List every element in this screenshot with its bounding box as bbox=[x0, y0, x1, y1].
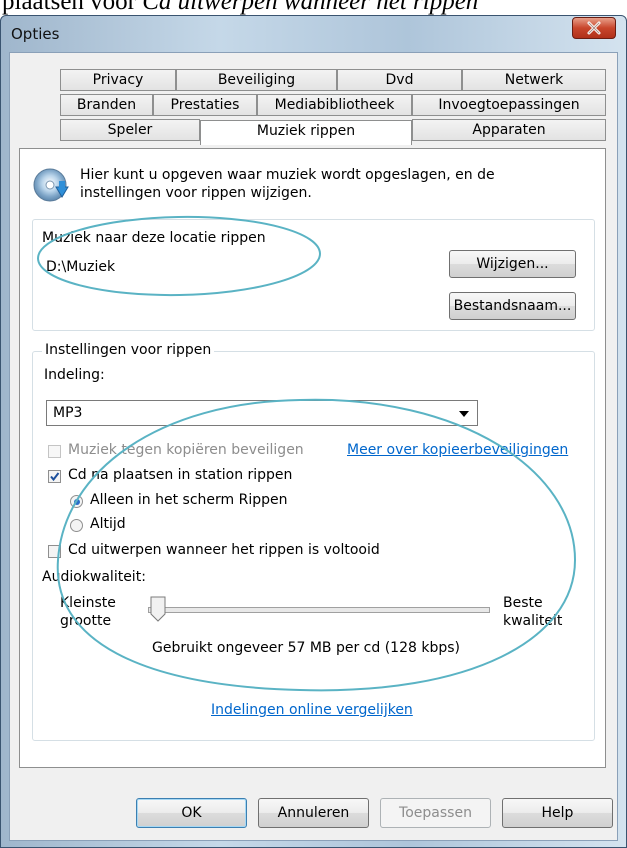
copy-protect-checkbox[interactable] bbox=[48, 445, 61, 458]
usage-text: Gebruikt ongeveer 57 MB per cd (128 kbps… bbox=[152, 640, 460, 656]
close-icon bbox=[587, 21, 601, 35]
tab-netwerk[interactable]: Netwerk bbox=[462, 69, 606, 91]
eject-checkbox[interactable] bbox=[48, 545, 61, 558]
tab-invoegtoepassingen[interactable]: Invoegtoepassingen bbox=[412, 94, 606, 116]
auto-rip-checkbox[interactable] bbox=[48, 470, 61, 483]
tab-prestaties[interactable]: Prestaties bbox=[153, 94, 257, 116]
compare-formats-link[interactable]: Indelingen online vergelijken bbox=[211, 702, 413, 718]
rip-settings-label: Instellingen voor rippen bbox=[42, 342, 215, 358]
ok-button[interactable]: OK bbox=[136, 798, 247, 828]
document-text-italic: Cd uitwerpen wanneer het rippen bbox=[142, 0, 479, 15]
tab-mediabibliotheek[interactable]: Mediabibliotheek bbox=[257, 94, 412, 116]
copy-protect-info-link[interactable]: Meer over kopieerbeveiligingen bbox=[347, 442, 568, 458]
intro-line-1: Hier kunt u opgeven waar muziek wordt op… bbox=[80, 167, 495, 183]
audio-quality-slider[interactable] bbox=[148, 607, 490, 613]
cancel-button[interactable]: Annuleren bbox=[258, 798, 369, 828]
slider-min-label-line2: grootte bbox=[60, 613, 112, 629]
tab-panel-muziek-rippen: Hier kunt u opgeven waar muziek wordt op… bbox=[19, 148, 606, 768]
tab-branden[interactable]: Branden bbox=[60, 94, 153, 116]
slider-min-label-line1: Kleinste bbox=[60, 595, 116, 611]
tab-beveiliging[interactable]: Beveiliging bbox=[176, 69, 337, 91]
tab-dvd[interactable]: Dvd bbox=[337, 69, 462, 91]
help-button[interactable]: Help bbox=[502, 798, 613, 828]
radio-only-rip-screen[interactable] bbox=[70, 495, 83, 508]
copy-protect-label: Muziek tegen kopiëren beveiligen bbox=[68, 442, 304, 458]
format-label: Indeling: bbox=[44, 367, 105, 383]
slider-thumb[interactable] bbox=[150, 596, 166, 622]
apply-button[interactable]: Toepassen bbox=[380, 798, 491, 828]
tab-privacy[interactable]: Privacy bbox=[60, 69, 176, 91]
slider-max-label-line2: kwaliteit bbox=[503, 613, 563, 629]
radio-only-rip-screen-label: Alleen in het scherm Rippen bbox=[90, 492, 288, 508]
tab-speler[interactable]: Speler bbox=[60, 119, 200, 141]
title-bar[interactable]: Opties bbox=[1, 16, 626, 52]
rip-cd-icon bbox=[33, 168, 69, 202]
tab-muziek-rippen[interactable]: Muziek rippen bbox=[200, 120, 412, 145]
close-button[interactable] bbox=[572, 17, 616, 39]
tab-apparaten[interactable]: Apparaten bbox=[412, 119, 606, 141]
radio-selected-dot bbox=[73, 498, 80, 505]
window-title: Opties bbox=[11, 25, 60, 43]
format-select-value: MP3 bbox=[53, 405, 83, 421]
radio-always-label: Altijd bbox=[90, 516, 126, 532]
location-path: D:\Muziek bbox=[46, 259, 116, 275]
chevron-down-icon bbox=[459, 411, 469, 417]
auto-rip-label: Cd na plaatsen in station rippen bbox=[68, 467, 293, 483]
location-label: Muziek naar deze locatie rippen bbox=[42, 230, 266, 246]
change-location-button[interactable]: Wijzigen... bbox=[449, 250, 576, 278]
eject-label: Cd uitwerpen wanneer het rippen is volto… bbox=[68, 542, 380, 558]
filename-button[interactable]: Bestandsnaam... bbox=[449, 292, 576, 320]
intro-line-2: instellingen voor rippen wijzigen. bbox=[80, 185, 312, 201]
radio-always[interactable] bbox=[70, 519, 83, 532]
format-select[interactable]: MP3 bbox=[46, 400, 478, 426]
document-text-plain: plaatsen voor bbox=[2, 0, 143, 15]
slider-max-label-line1: Beste bbox=[503, 595, 543, 611]
checkmark-icon bbox=[50, 472, 60, 482]
audio-quality-label: Audiokwaliteit: bbox=[42, 569, 146, 585]
